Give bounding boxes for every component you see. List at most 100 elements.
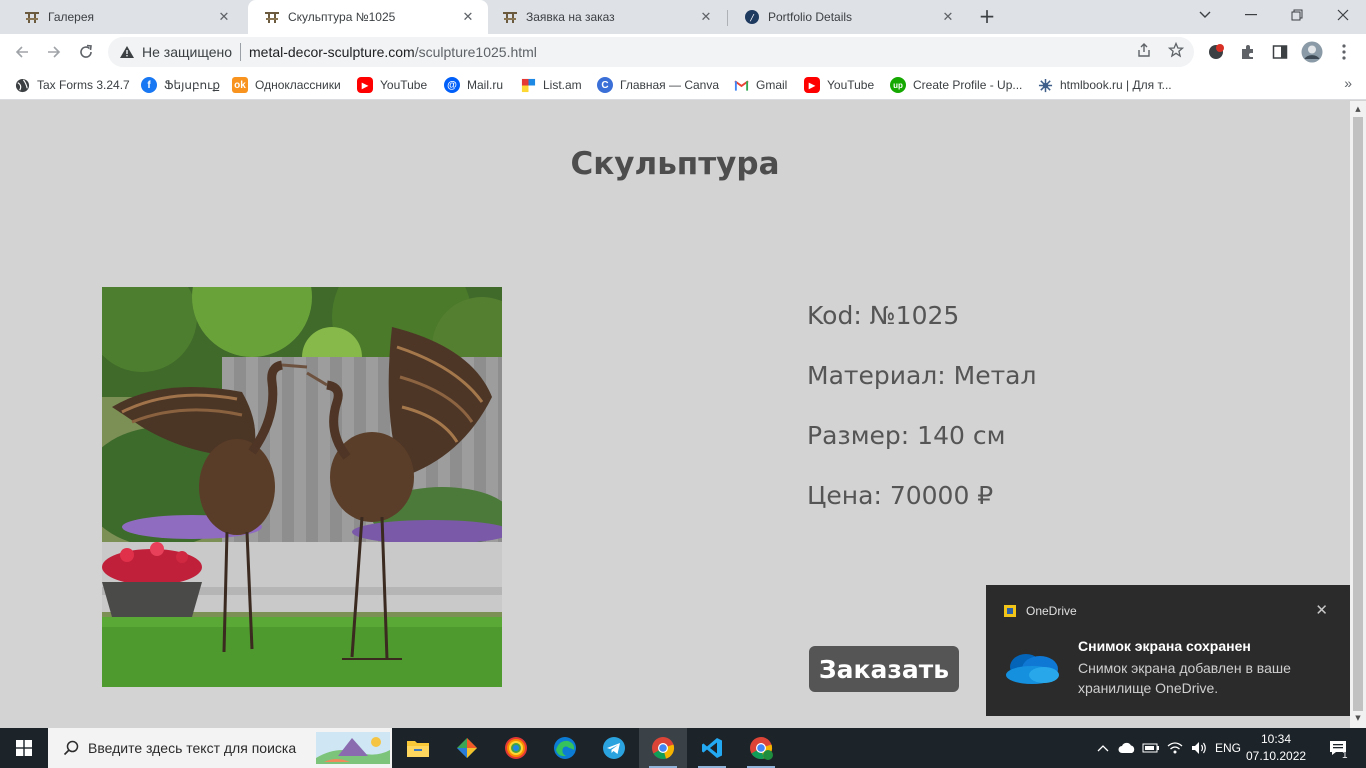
tab-sculpture-1025[interactable]: Скульптура №1025 ✕ (248, 0, 488, 34)
language-indicator[interactable]: ENG (1212, 728, 1244, 768)
sculpture-favicon-icon (502, 9, 518, 25)
file-explorer-icon[interactable] (394, 728, 442, 768)
bookmark-item[interactable]: ▶ YouTube (804, 75, 874, 95)
page-scrollbar[interactable]: ▲ ▼ (1350, 101, 1366, 728)
address-bar[interactable]: Не защищено metal-decor-sculpture.com/sc… (108, 37, 1194, 67)
forward-arrow-icon[interactable] (42, 40, 66, 64)
battery-icon[interactable] (1140, 728, 1162, 768)
clock-time: 10:34 (1260, 732, 1292, 746)
close-icon[interactable]: ✕ (1315, 601, 1328, 619)
profile-avatar[interactable] (1301, 41, 1323, 63)
tab-search-chevron-icon[interactable] (1182, 0, 1228, 30)
tab-title: Portfolio Details (768, 10, 853, 24)
close-window-button[interactable] (1320, 0, 1366, 30)
taskbar-search-box[interactable]: Введите здесь текст для поиска (48, 728, 392, 768)
new-tab-button[interactable]: + (976, 6, 998, 28)
product-material: Материал: Метал (807, 361, 1037, 390)
bookmark-item[interactable]: ▶ YouTube (357, 75, 427, 95)
bookmark-item[interactable]: up Create Profile - Up... (890, 75, 1022, 95)
minimize-button[interactable] (1228, 0, 1274, 30)
chrome-profile-icon[interactable] (737, 728, 785, 768)
bookmarks-bar: Tax Forms 3.24.7 f Ֆեյսբուք ok Однокласс… (0, 70, 1366, 100)
clock-date: 07.10.2022 (1246, 749, 1307, 763)
onedrive-cloud-icon (1006, 654, 1059, 684)
wordpress-favicon-icon: / (744, 9, 760, 25)
rainbow-app-icon[interactable] (492, 728, 540, 768)
bookmark-item[interactable]: htmlbook.ru | Для т... (1037, 75, 1172, 95)
dev-tool-icon[interactable] (443, 728, 491, 768)
product-size: Размер: 140 см (807, 421, 1006, 450)
onedrive-notification[interactable]: OneDrive ✕ Снимок экрана сохранен Снимок… (986, 585, 1350, 716)
scrollbar-thumb[interactable] (1353, 117, 1363, 711)
onedrive-tray-icon[interactable] (1116, 728, 1138, 768)
close-tab-icon[interactable]: ✕ (460, 9, 476, 25)
notification-app-name: OneDrive (1026, 604, 1077, 618)
wifi-icon[interactable] (1164, 728, 1186, 768)
tab-gallery[interactable]: Галерея ✕ (8, 0, 244, 34)
bookmarks-overflow-button[interactable]: » (1344, 75, 1352, 91)
url-host: metal-decor-sculpture.com (249, 44, 415, 60)
search-icon (62, 739, 80, 757)
extensions-puzzle-icon[interactable] (1237, 41, 1259, 63)
more-menu-icon[interactable] (1333, 41, 1355, 63)
volume-icon[interactable] (1188, 728, 1210, 768)
bookmark-item[interactable]: List.am (520, 75, 582, 95)
onedrive-app-icon (1004, 605, 1016, 617)
notification-title: Снимок экрана сохранен (1078, 638, 1251, 654)
telegram-icon[interactable] (590, 728, 638, 768)
restore-button[interactable] (1274, 0, 1320, 30)
sculpture-favicon-icon (24, 9, 40, 25)
tab-title: Скульптура №1025 (288, 10, 396, 24)
globe-icon (14, 77, 30, 93)
bookmark-item[interactable]: f Ֆեյսբուք (141, 75, 220, 95)
close-tab-icon[interactable]: ✕ (216, 9, 232, 25)
product-price: Цена: 70000 ₽ (807, 481, 994, 510)
tab-title: Галерея (48, 10, 95, 24)
upwork-icon: up (890, 77, 906, 93)
close-tab-icon[interactable]: ✕ (940, 9, 956, 25)
tab-portfolio-details[interactable]: / Portfolio Details ✕ (728, 0, 968, 34)
extension-badge-icon[interactable] (1205, 41, 1227, 63)
facebook-icon: f (141, 77, 157, 93)
gmail-icon (733, 77, 749, 93)
scroll-up-arrow-icon[interactable]: ▲ (1353, 104, 1363, 114)
url-path: /sculpture1025.html (414, 44, 537, 60)
close-tab-icon[interactable]: ✕ (698, 9, 714, 25)
youtube-icon: ▶ (357, 77, 373, 93)
action-center-icon[interactable]: 1 (1318, 728, 1358, 768)
bookmark-item[interactable]: Gmail (733, 75, 787, 95)
htmlbook-icon (1037, 77, 1053, 93)
bookmark-item[interactable]: ok Одноклассники (232, 75, 341, 95)
browser-toolbar: Не защищено metal-decor-sculpture.com/sc… (0, 34, 1366, 70)
chrome-icon[interactable] (639, 728, 687, 768)
youtube-icon: ▶ (804, 77, 820, 93)
vscode-icon[interactable] (688, 728, 736, 768)
listam-icon (520, 77, 536, 93)
search-placeholder: Введите здесь текст для поиска (88, 740, 297, 756)
bookmark-item[interactable]: C Главная — Canva (597, 75, 719, 95)
taskbar-clock[interactable]: 10:34 07.10.2022 (1246, 731, 1306, 765)
share-icon[interactable] (1134, 40, 1154, 60)
windows-start-icon[interactable] (0, 728, 48, 768)
search-highlight-illustration (316, 732, 390, 764)
bookmark-item[interactable]: Tax Forms 3.24.7 (14, 75, 130, 95)
order-button[interactable]: Заказать (809, 646, 959, 692)
tab-title: Заявка на заказ (526, 10, 615, 24)
address-divider (240, 43, 241, 61)
bookmark-star-icon[interactable] (1166, 40, 1186, 60)
sculpture-photo (102, 287, 502, 687)
reload-icon[interactable] (74, 40, 98, 64)
side-panel-icon[interactable] (1269, 41, 1291, 63)
tab-order-request[interactable]: Заявка на заказ ✕ (486, 0, 726, 34)
windows-taskbar: Введите здесь текст для поиска ENG 10:34… (0, 728, 1366, 768)
mailru-icon: @ (444, 77, 460, 93)
scroll-down-arrow-icon[interactable]: ▼ (1353, 713, 1363, 723)
back-arrow-icon[interactable] (10, 40, 34, 64)
edge-icon[interactable] (541, 728, 589, 768)
security-label[interactable]: Не защищено (142, 44, 232, 60)
bookmark-item[interactable]: @ Mail.ru (444, 75, 503, 95)
odnoklassniki-icon: ok (232, 77, 248, 93)
product-code: Kod: №1025 (807, 301, 960, 330)
tray-chevron-icon[interactable] (1094, 728, 1112, 768)
warning-icon[interactable] (118, 43, 136, 61)
